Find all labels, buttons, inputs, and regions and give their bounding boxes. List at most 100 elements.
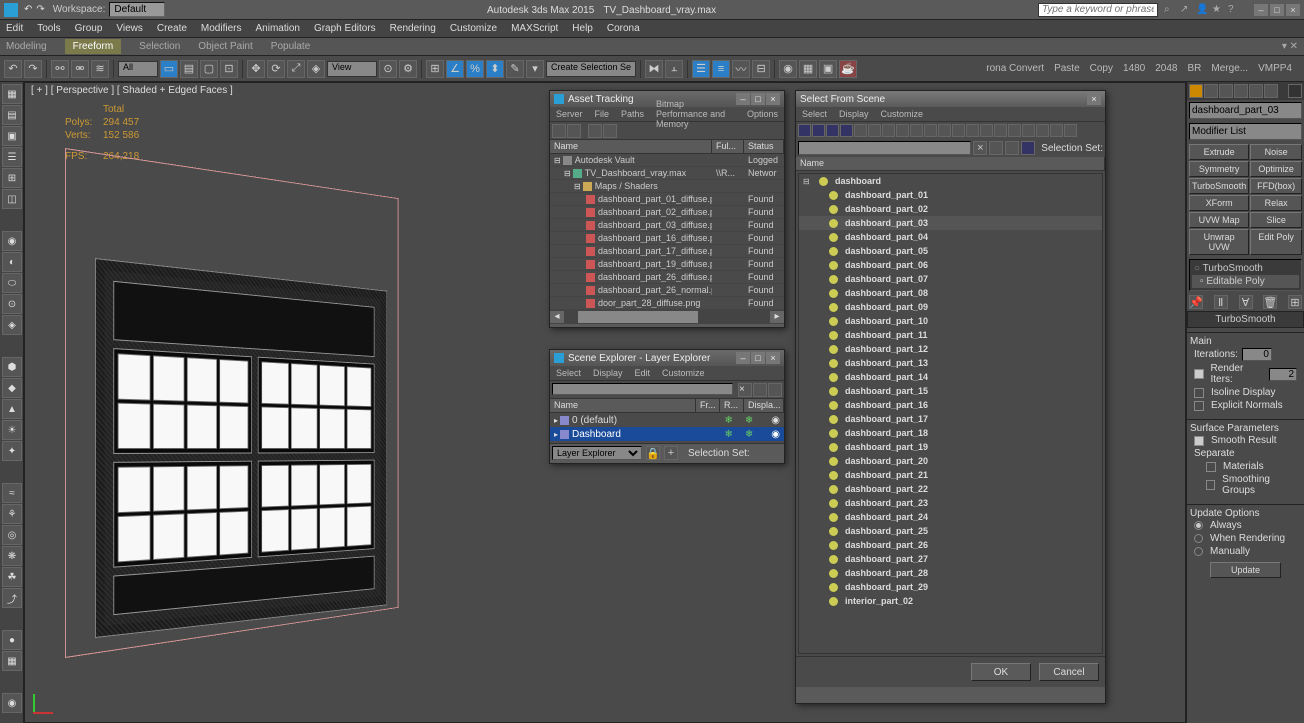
layer-col-name[interactable]: Name bbox=[550, 399, 696, 412]
layer-menu-item[interactable]: Customize bbox=[662, 368, 705, 378]
filter-icon-0[interactable] bbox=[798, 124, 811, 137]
undo-icon[interactable]: ↶ bbox=[24, 4, 32, 15]
filter-icon-6[interactable] bbox=[882, 124, 895, 137]
layer-tb-1[interactable] bbox=[753, 383, 767, 397]
menu-customize[interactable]: Customize bbox=[450, 23, 497, 34]
manually-radio[interactable] bbox=[1194, 547, 1203, 556]
scene-item[interactable]: dashboard_part_03 bbox=[799, 216, 1102, 230]
minimize-button[interactable]: – bbox=[1254, 4, 1268, 16]
filter-icon-4[interactable] bbox=[854, 124, 867, 137]
scene-item[interactable]: dashboard_part_06 bbox=[799, 258, 1102, 272]
menu-help[interactable]: Help bbox=[572, 23, 593, 34]
layer-new-icon[interactable]: + bbox=[664, 446, 678, 460]
always-radio[interactable] bbox=[1194, 521, 1203, 530]
filter-icon-16[interactable] bbox=[1022, 124, 1035, 137]
left-tool-9[interactable]: ⬭ bbox=[2, 273, 22, 293]
modifier-editpoly[interactable]: Edit Poly bbox=[1250, 229, 1302, 255]
left-tool-27[interactable]: ▦ bbox=[2, 651, 22, 671]
left-tool-4[interactable]: ⊞ bbox=[2, 168, 22, 188]
scene-item[interactable]: dashboard_part_05 bbox=[799, 244, 1102, 258]
filter-icon-10[interactable] bbox=[938, 124, 951, 137]
left-tool-20[interactable]: ⚘ bbox=[2, 504, 22, 524]
left-tool-26[interactable]: ● bbox=[2, 630, 22, 650]
smoothing-groups-check[interactable] bbox=[1206, 480, 1215, 490]
isoline-check[interactable] bbox=[1194, 388, 1204, 398]
asset-tb-4[interactable] bbox=[603, 124, 617, 138]
asset-scrollbar[interactable]: ◂▸ bbox=[550, 310, 784, 324]
explorer-type-select[interactable]: Layer Explorer bbox=[552, 446, 642, 460]
filter-icon-12[interactable] bbox=[966, 124, 979, 137]
workspace-selector[interactable]: Default bbox=[109, 2, 165, 17]
scene-item[interactable]: dashboard_part_01 bbox=[799, 188, 1102, 202]
scene-item[interactable]: dashboard_part_17 bbox=[799, 412, 1102, 426]
scene-item[interactable]: dashboard_part_26 bbox=[799, 538, 1102, 552]
explicit-check[interactable] bbox=[1194, 401, 1204, 411]
ribbon-selection[interactable]: Selection bbox=[139, 41, 180, 52]
modifier-relax[interactable]: Relax bbox=[1250, 195, 1302, 211]
layer-clear-icon[interactable]: × bbox=[738, 383, 752, 397]
placement-button[interactable]: ◈ bbox=[307, 60, 325, 78]
ribbon-object paint[interactable]: Object Paint bbox=[198, 41, 252, 52]
select-name-button[interactable]: ▤ bbox=[180, 60, 198, 78]
asset-row[interactable]: dashboard_part_26_normal.pngFound bbox=[550, 284, 784, 297]
scene-item[interactable]: dashboard_part_25 bbox=[799, 524, 1102, 538]
remove-mod-icon[interactable]: 🗑 bbox=[1263, 295, 1277, 309]
align-button[interactable]: ⫠ bbox=[665, 60, 683, 78]
mirror-button[interactable]: ⧓ bbox=[645, 60, 663, 78]
scene-item[interactable]: dashboard_part_07 bbox=[799, 272, 1102, 286]
scene-item[interactable]: dashboard_part_24 bbox=[799, 510, 1102, 524]
ref-coord[interactable]: View bbox=[327, 61, 377, 77]
ribbon-freeform[interactable]: Freeform bbox=[65, 39, 122, 54]
left-tool-11[interactable]: ◈ bbox=[2, 315, 22, 335]
menu-corona[interactable]: Corona bbox=[607, 23, 640, 34]
asset-minimize-button[interactable]: – bbox=[736, 93, 750, 105]
show-end-result-icon[interactable]: Ⅱ bbox=[1214, 295, 1228, 309]
filter-icon-3[interactable] bbox=[840, 124, 853, 137]
close-button[interactable]: × bbox=[1286, 4, 1300, 16]
layer-explorer-button[interactable]: ☰ bbox=[692, 60, 710, 78]
lock-icon[interactable] bbox=[1288, 84, 1302, 98]
select-search-input[interactable] bbox=[798, 141, 971, 155]
select-tb-3[interactable] bbox=[1021, 141, 1035, 155]
scene-item[interactable]: dashboard_part_13 bbox=[799, 356, 1102, 370]
filter-icon-8[interactable] bbox=[910, 124, 923, 137]
asset-row[interactable]: dashboard_part_19_diffuse.pngFound bbox=[550, 258, 784, 271]
asset-menu-item[interactable]: Bitmap Performance and Memory bbox=[656, 99, 735, 129]
scene-item[interactable]: dashboard_part_22 bbox=[799, 482, 1102, 496]
scene-item[interactable]: dashboard_part_11 bbox=[799, 328, 1102, 342]
menu-group[interactable]: Group bbox=[75, 23, 103, 34]
angle-snap[interactable]: ∠ bbox=[446, 60, 464, 78]
filter-icon-17[interactable] bbox=[1036, 124, 1049, 137]
left-tool-2[interactable]: ▣ bbox=[2, 126, 22, 146]
ribbon-populate[interactable]: Populate bbox=[271, 41, 310, 52]
modifier-noise[interactable]: Noise bbox=[1250, 144, 1302, 160]
asset-tb-1[interactable] bbox=[552, 124, 566, 138]
asset-close-button[interactable]: × bbox=[766, 93, 780, 105]
named-selection-set[interactable]: Create Selection Se bbox=[546, 61, 636, 77]
left-tool-1[interactable]: ▤ bbox=[2, 105, 22, 125]
curve-editor-button[interactable]: 〰 bbox=[732, 60, 750, 78]
filter-icon-13[interactable] bbox=[980, 124, 993, 137]
scene-item[interactable]: dashboard_part_21 bbox=[799, 468, 1102, 482]
modifier-symmetry[interactable]: Symmetry bbox=[1189, 161, 1249, 177]
scene-item[interactable]: dashboard_part_09 bbox=[799, 300, 1102, 314]
left-tool-16[interactable]: ☀ bbox=[2, 420, 22, 440]
left-tool-24[interactable]: ⤴ bbox=[2, 588, 22, 608]
scene-item[interactable]: dashboard_part_02 bbox=[799, 202, 1102, 216]
scene-item[interactable]: dashboard_part_10 bbox=[799, 314, 1102, 328]
left-tool-29[interactable]: ◉ bbox=[2, 693, 22, 713]
asset-menu-item[interactable]: Paths bbox=[621, 109, 644, 119]
asset-menu-item[interactable]: File bbox=[595, 109, 610, 119]
link-button[interactable]: ⚯ bbox=[51, 60, 69, 78]
left-tool-0[interactable]: ▦ bbox=[2, 84, 22, 104]
render-button[interactable]: ☕ bbox=[839, 60, 857, 78]
modifier-list-dropdown[interactable]: Modifier List bbox=[1189, 123, 1302, 140]
scene-item[interactable]: dashboard_part_08 bbox=[799, 286, 1102, 300]
modifier-xform[interactable]: XForm bbox=[1189, 195, 1249, 211]
hierarchy-tab[interactable] bbox=[1219, 84, 1233, 98]
modifier-ffdbox[interactable]: FFD(box) bbox=[1250, 178, 1302, 194]
left-tool-17[interactable]: ✦ bbox=[2, 441, 22, 461]
select-object-button[interactable]: ▭ bbox=[160, 60, 178, 78]
modifier-optimize[interactable]: Optimize bbox=[1250, 161, 1302, 177]
scene-item[interactable]: dashboard_part_19 bbox=[799, 440, 1102, 454]
